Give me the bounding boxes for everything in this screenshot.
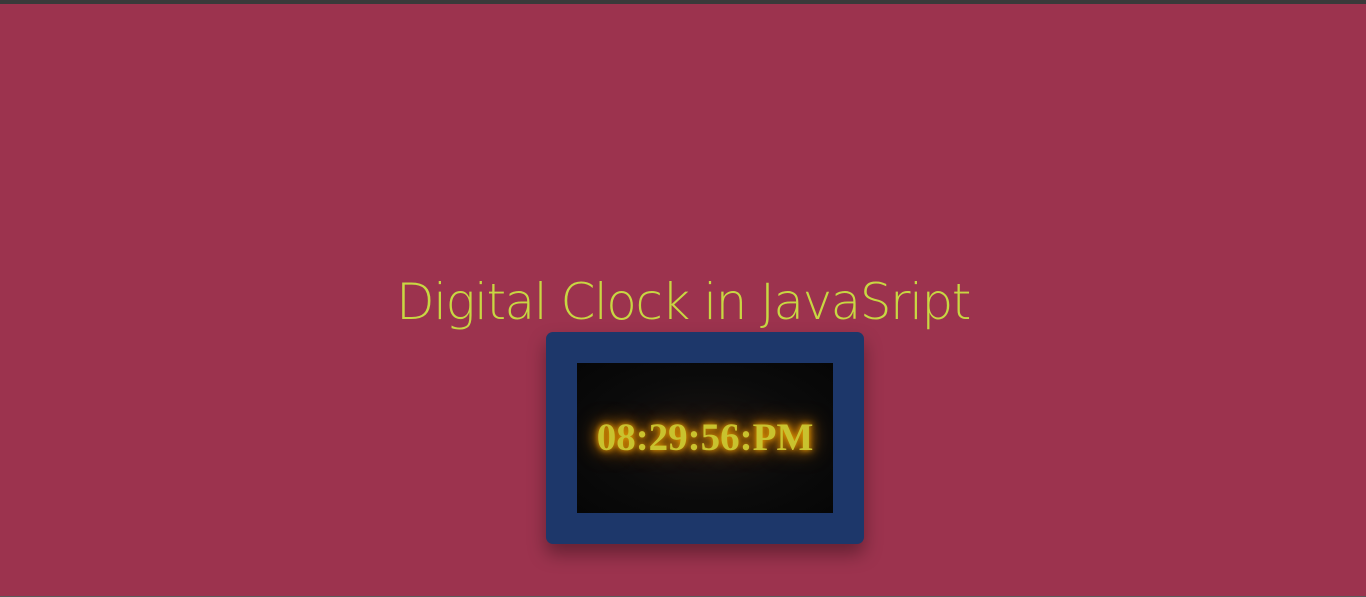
clock-frame: 08:29:56:PM (546, 332, 864, 544)
page-title: Digital Clock in JavaSript (396, 273, 971, 331)
clock-time: 08:29:56:PM (596, 415, 814, 459)
clock-display: 08:29:56:PM (577, 363, 833, 513)
browser-top-edge (0, 0, 1366, 4)
